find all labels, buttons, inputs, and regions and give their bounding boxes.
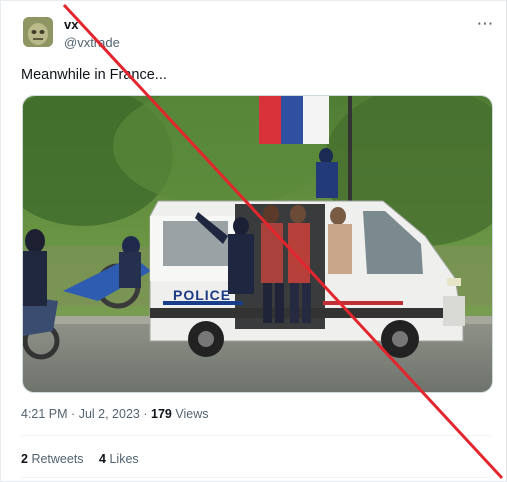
- author-name[interactable]: vx: [64, 17, 78, 32]
- retweets-link[interactable]: 2 Retweets: [21, 452, 87, 466]
- tweet-card: vx @vxtrade ⋯ Meanwhile in France... POL…: [0, 0, 507, 482]
- van-police-text: POLICE: [173, 287, 231, 303]
- views-label: Views: [175, 407, 209, 421]
- meta-separator-2: ·: [143, 407, 148, 421]
- likes-link[interactable]: 4 Likes: [99, 452, 139, 466]
- divider: [21, 435, 491, 436]
- tweet-stats: 2 Retweets 4 Likes: [21, 452, 151, 466]
- retweets-label: Retweets: [31, 452, 84, 466]
- tweet-date[interactable]: Jul 2, 2023: [79, 407, 140, 421]
- divider-bottom: [21, 477, 491, 478]
- tweet-text: Meanwhile in France...: [21, 67, 167, 83]
- author-handle[interactable]: @vxtrade: [64, 35, 120, 50]
- avatar[interactable]: [23, 17, 53, 47]
- avatar-image: [23, 17, 53, 47]
- likes-count: 4: [99, 452, 106, 466]
- tweet-media[interactable]: POLICE: [22, 95, 493, 393]
- retweets-count: 2: [21, 452, 28, 466]
- meta-separator: ·: [71, 407, 76, 421]
- views-count: 179: [151, 407, 172, 421]
- tweet-meta: 4:21 PM · Jul 2, 2023 · 179 Views: [21, 407, 208, 421]
- tweet-time[interactable]: 4:21 PM: [21, 407, 68, 421]
- likes-label: Likes: [109, 452, 139, 466]
- more-options-icon[interactable]: ⋯: [471, 13, 499, 37]
- tweet-photo: POLICE: [23, 96, 492, 392]
